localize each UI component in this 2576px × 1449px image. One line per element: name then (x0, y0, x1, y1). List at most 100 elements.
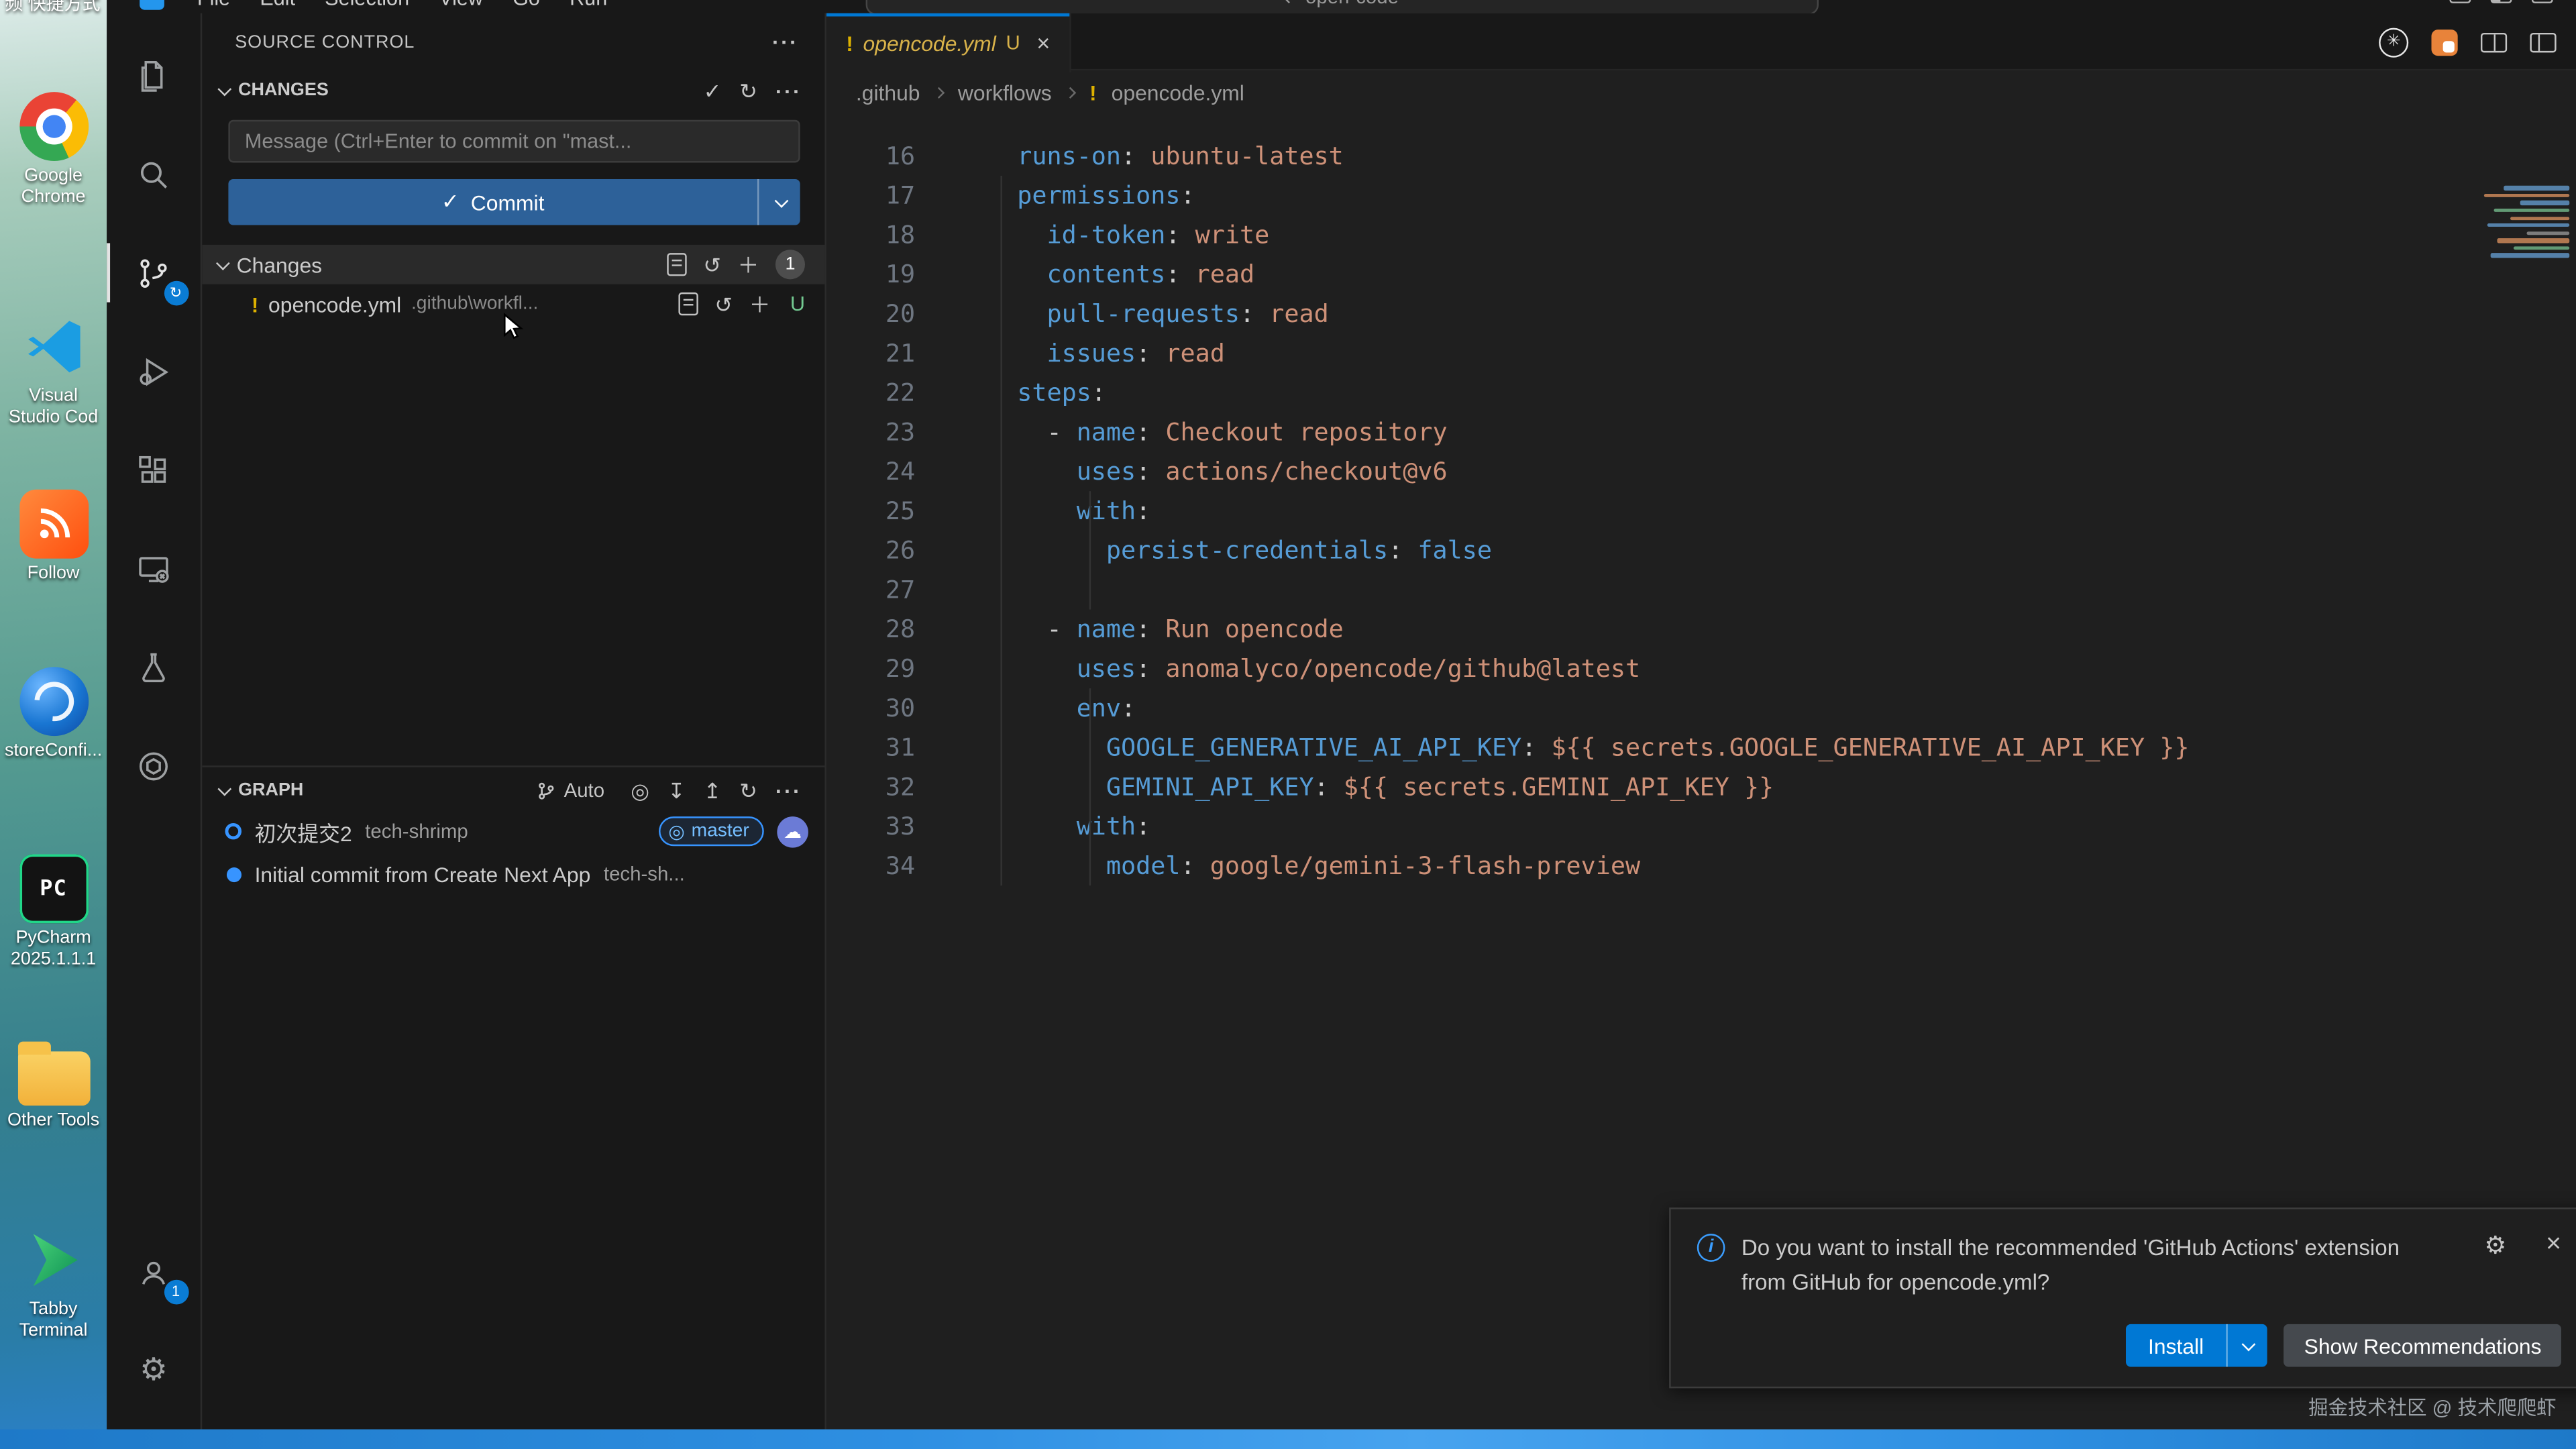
explorer-icon (135, 56, 172, 94)
activity-bar-source-control[interactable]: ↻ (106, 233, 201, 313)
code-line[interactable]: 20 pull-requests: read (826, 294, 2576, 333)
notification-close-icon[interactable]: × (2546, 1230, 2561, 1260)
commit-button[interactable]: ✓ Commit (228, 179, 800, 225)
push-icon[interactable]: ↥ (704, 780, 722, 801)
menu-run[interactable]: Run (555, 0, 622, 13)
branch-badge-master[interactable]: ◎ master (659, 816, 764, 846)
activity-bar-accounts[interactable]: 1 (106, 1232, 201, 1311)
activity-bar-testing[interactable] (106, 628, 201, 707)
discard-all-icon[interactable]: ↺ (703, 254, 721, 275)
activity-bar-ai-extension[interactable] (106, 726, 201, 805)
line-number: 18 (826, 215, 915, 255)
line-number: 25 (826, 491, 915, 531)
changes-section-header[interactable]: CHANGES ✓ ↻ ··· (202, 70, 824, 110)
activity-bar-explorer[interactable] (106, 36, 201, 115)
graph-more-actions-icon[interactable]: ··· (775, 780, 802, 801)
customize-layout-icon[interactable] (2532, 0, 2553, 3)
discard-changes-icon[interactable]: ↺ (714, 293, 733, 315)
target-icon[interactable]: ◎ (631, 780, 649, 801)
breadcrumb-folder[interactable]: workflows (958, 80, 1052, 105)
ai-assistant-icon[interactable]: ✳ (2379, 27, 2408, 56)
status-bar[interactable] (0, 1430, 2576, 1449)
commit-check-icon[interactable]: ✓ (704, 80, 722, 101)
desktop-icon-tabby-terminal[interactable]: Tabby Terminal (0, 1226, 107, 1342)
notification-settings-gear-icon[interactable]: ⚙ (2484, 1230, 2506, 1260)
commit-title: 初次提交2 (255, 816, 352, 847)
notification-toast: i Do you want to install the recommended… (1669, 1208, 2576, 1389)
show-recommendations-button[interactable]: Show Recommendations (2284, 1324, 2561, 1367)
commit-dropdown-chevron[interactable] (757, 179, 800, 225)
code-line[interactable]: 22 steps: (826, 373, 2576, 413)
commit-message-input[interactable] (228, 120, 800, 163)
toggle-layout-icon[interactable] (2530, 32, 2556, 52)
tab-opencode-yml[interactable]: ! opencode.yml U × (826, 13, 1071, 72)
code-text: persist-credentials: false (958, 531, 1492, 570)
code-line[interactable]: 17 permissions: (826, 176, 2576, 215)
breadcrumb-file[interactable]: opencode.yml (1112, 80, 1244, 105)
refresh-icon[interactable]: ↻ (739, 80, 757, 101)
warning-icon: ! (846, 30, 853, 55)
activity-bar-extensions[interactable] (106, 431, 201, 510)
code-text: permissions: (958, 176, 1195, 215)
line-number: 32 (826, 767, 915, 807)
activity-bar-run-debug[interactable] (106, 332, 201, 411)
tab-close-icon[interactable]: × (1036, 30, 1050, 56)
toggle-panel-icon[interactable] (2449, 0, 2471, 3)
branch-badge-label: master (692, 821, 749, 841)
commit-button-label: Commit (471, 190, 545, 215)
changes-more-actions-icon[interactable]: ··· (775, 80, 802, 101)
view-as-tree-icon[interactable] (667, 253, 686, 276)
menu-go[interactable]: Go (498, 0, 555, 13)
menu-file[interactable]: File (182, 0, 245, 13)
code-line[interactable]: 29 uses: anomalyco/opencode/github@lates… (826, 649, 2576, 688)
graph-commit-row[interactable]: Initial commit from Create Next App tech… (202, 853, 824, 896)
code-line[interactable]: 28 - name: Run opencode (826, 610, 2576, 649)
changes-tree-row[interactable]: Changes ↺ ＋ 1 (202, 245, 824, 284)
install-button[interactable]: Install (2125, 1324, 2268, 1367)
command-center-search[interactable]: open-code (865, 0, 1817, 13)
git-status-untracked: U (790, 292, 805, 315)
chevron-right-icon (1065, 86, 1076, 97)
refresh-icon[interactable]: ↻ (739, 780, 757, 801)
desktop-icon-storeconfig[interactable]: storeConfi... (0, 667, 107, 762)
split-editor-icon[interactable] (2481, 32, 2507, 52)
code-text: GEMINI_API_KEY: ${{ secrets.GEMINI_API_K… (958, 767, 1774, 807)
activity-bar-remote-explorer[interactable] (106, 529, 201, 608)
desktop-icon-google-chrome[interactable]: Google Chrome (0, 92, 107, 209)
desktop-icon-visual-studio-code[interactable]: Visual Studio Cod (0, 312, 107, 429)
code-line[interactable]: 21 issues: read (826, 333, 2576, 373)
stage-changes-icon[interactable]: ＋ (749, 293, 771, 315)
indent-guide (1000, 176, 1002, 885)
menu-view[interactable]: View (424, 0, 498, 13)
install-dropdown-chevron[interactable] (2227, 1324, 2268, 1367)
code-text: env: (958, 688, 1136, 728)
graph-section-header[interactable]: GRAPH Auto ◎ ↧ ↥ ↻ ··· (202, 771, 824, 810)
minimap[interactable] (2467, 182, 2569, 311)
code-line[interactable]: 24 uses: actions/checkout@v6 (826, 451, 2576, 491)
code-line[interactable]: 23 - name: Checkout repository (826, 413, 2576, 452)
graph-commit-row[interactable]: 初次提交2 tech-shrimp ◎ master ☁ (202, 810, 824, 853)
activity-bar-search[interactable] (106, 135, 201, 214)
desktop-icon-pycharm[interactable]: PC PyCharm 2025.1.1.1 (0, 854, 107, 971)
activity-bar-settings[interactable]: ⚙ (106, 1331, 201, 1410)
stage-all-icon[interactable]: ＋ (738, 254, 759, 275)
fetch-icon[interactable]: ↧ (667, 780, 686, 801)
titlebar: File Edit Selection View Go Run open-cod… (107, 0, 2576, 13)
menu-edit[interactable]: Edit (245, 0, 310, 13)
code-line[interactable]: 16 runs-on: ubuntu-latest (826, 136, 2576, 176)
line-number: 20 (826, 294, 915, 333)
menu-selection[interactable]: Selection (310, 0, 424, 13)
breadcrumb-folder[interactable]: .github (856, 80, 920, 105)
open-file-icon[interactable] (679, 292, 698, 315)
toggle-sidebar-icon[interactable] (2491, 0, 2512, 3)
graph-auto-toggle[interactable]: Auto (536, 779, 604, 802)
code-line[interactable]: 18 id-token: write (826, 215, 2576, 255)
desktop-icon-follow[interactable]: Follow (0, 490, 107, 585)
desktop-icon-other-tools[interactable]: Other Tools (0, 1038, 107, 1132)
chevron-right-icon (933, 86, 945, 97)
info-icon: i (1697, 1234, 1725, 1262)
search-icon (135, 155, 172, 193)
extension-toolbar-icon[interactable] (2431, 29, 2457, 55)
code-line[interactable]: 19 contents: read (826, 255, 2576, 294)
sidebar-more-actions-icon[interactable]: ··· (772, 32, 798, 53)
